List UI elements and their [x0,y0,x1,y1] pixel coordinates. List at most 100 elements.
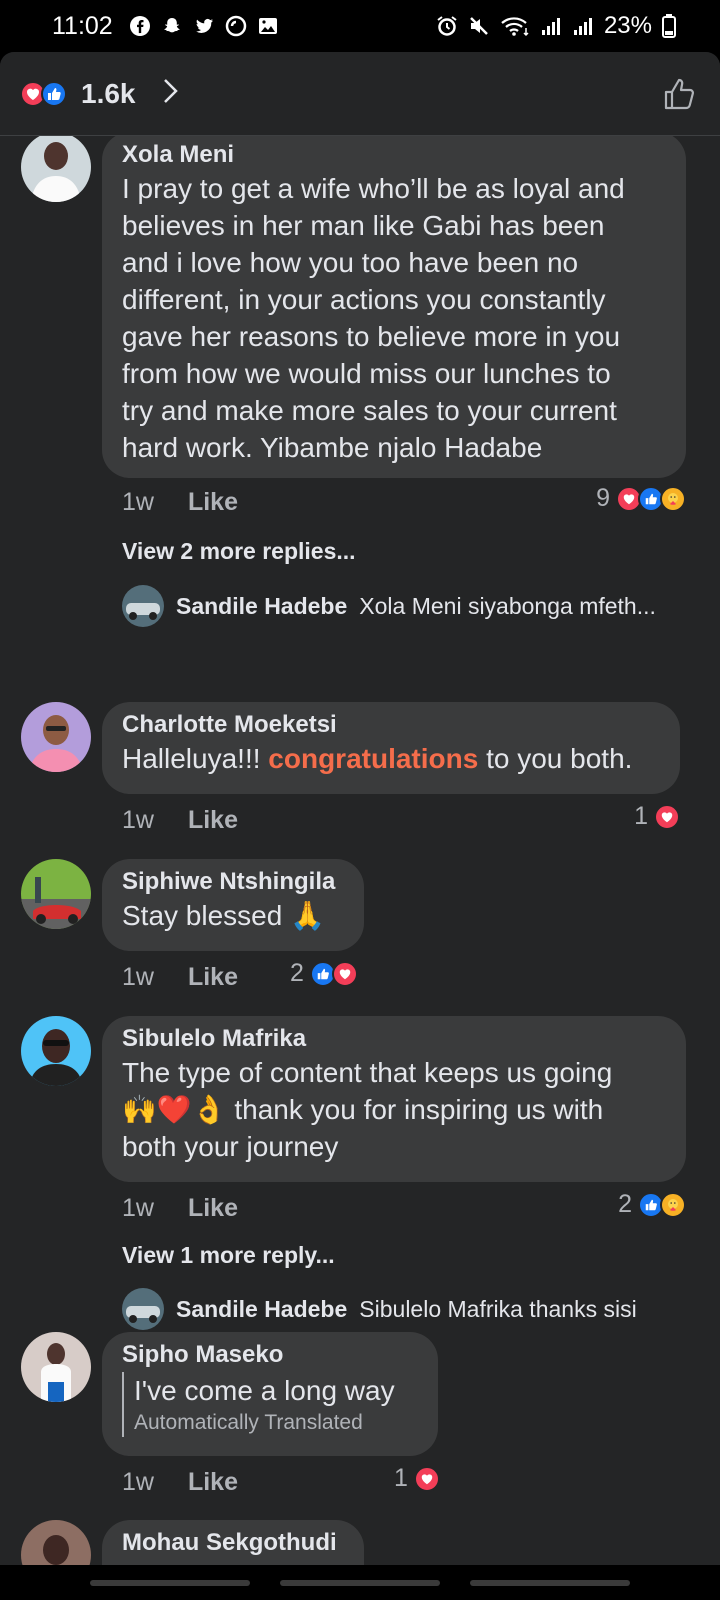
comment-author[interactable]: Sipho Maseko [122,1340,418,1370]
avatar [122,585,164,627]
comment-meta: 1w Like [122,1194,238,1223]
comment-author[interactable]: Xola Meni [122,140,666,170]
love-reaction-icon [331,960,358,987]
comment-text-part: to you both. [478,743,633,774]
avatar[interactable] [21,1520,91,1565]
comment-line: 🙌❤️👌 thank you for inspiring us with [122,1094,604,1125]
comment-bubble[interactable]: Mohau Sekgothudi [102,1520,364,1565]
like-link[interactable]: Like [188,488,238,517]
like-link[interactable]: Like [188,1194,238,1223]
reply-preview[interactable]: Sandile Hadebe Sibulelo Mafrika thanks s… [122,1288,637,1330]
love-reaction-icon [654,803,680,830]
comment-time: 1w [122,1194,154,1222]
comment-meta: 1w Like [122,488,238,517]
twitter-icon [193,15,215,37]
comments-sheet: 1.6k Xola Meni I pray to get a wife who’… [0,52,720,1565]
translated-block: I've come a long way Automatically Trans… [122,1372,418,1437]
back-button[interactable] [470,1579,630,1586]
opera-icon [225,15,247,37]
comment-bubble[interactable]: Charlotte Moeketsi Halleluya!!! congratu… [102,702,680,794]
comment-bubble[interactable]: Siphiwe Ntshingila Stay blessed 🙏 [102,859,364,951]
comment-line: try and make more sales to your current [122,395,617,426]
comment-time: 1w [122,1468,154,1496]
avatar [122,1288,164,1330]
reaction-count: 2 [290,959,304,987]
comment-meta: 1w Like [122,806,238,835]
comment-line: from how we would miss our lunches to [122,358,611,389]
comment-reactions[interactable]: 1 [634,802,680,831]
comment-meta: 1w Like [122,1468,238,1497]
facebook-icon [129,15,151,37]
comment-time: 1w [122,806,154,834]
battery-icon [662,14,676,38]
reply-text: Xola Meni siyabonga mfeth... [359,592,656,619]
reply-author[interactable]: Sandile Hadebe [176,1296,347,1323]
comment-author[interactable]: Sibulelo Mafrika [122,1024,666,1054]
highlighted-word[interactable]: congratulations [268,743,478,774]
comment-line: both your journey [122,1131,339,1162]
comment-reactions[interactable]: 9 [596,484,686,513]
comment-line: different, in your actions you constantl… [122,284,606,315]
like-link[interactable]: Like [188,963,238,992]
comment-text-part: Halleluya!!! [122,743,269,774]
like-link[interactable]: Like [188,1468,238,1497]
avatar[interactable] [21,1016,91,1086]
reactions-summary[interactable]: 1.6k [20,77,180,110]
battery-level: 23% [603,12,652,39]
like-link[interactable]: Like [188,806,238,835]
comment-meta: 1w Like [122,963,238,992]
comment-author[interactable]: Siphiwe Ntshingila [122,867,344,897]
care-reaction-icon [660,485,686,512]
reaction-count: 1 [634,802,648,830]
wifi-icon [500,15,530,37]
comment-line: and i love how you too have been no [122,247,579,278]
home-button[interactable] [280,1579,440,1586]
comment-author[interactable]: Mohau Sekgothudi [122,1528,344,1558]
status-time: 11:02 [52,11,113,40]
status-bar: 11:02 23% [0,0,720,52]
comment-line: believes in her man like Gabi has been [122,210,605,241]
comment-reactions[interactable]: 1 [394,1464,440,1493]
comment-reactions[interactable]: 2 [618,1190,686,1219]
auto-translated-label[interactable]: Automatically Translated [134,1409,418,1437]
comment-bubble[interactable]: Sipho Maseko I've come a long way Automa… [102,1332,438,1456]
comment-text: Halleluya!!! congratulations to you both… [122,740,660,777]
reactions-header: 1.6k [0,52,720,136]
avatar[interactable] [21,702,91,772]
reaction-count: 9 [596,484,610,512]
avatar[interactable] [21,859,91,929]
alarm-icon [436,15,458,37]
view-more-replies[interactable]: View 1 more reply... [122,1242,335,1269]
view-more-replies[interactable]: View 2 more replies... [122,538,356,565]
status-left: 11:02 [52,12,279,41]
comment-text: I've come a long way [134,1375,395,1406]
recents-button[interactable] [90,1579,250,1586]
reaction-count: 1 [394,1464,408,1492]
comment-time: 1w [122,963,154,991]
comment-bubble[interactable]: Sibulelo Mafrika The type of content tha… [102,1016,686,1182]
mute-icon [468,15,490,37]
avatar[interactable] [21,1332,91,1402]
signal-icon [572,15,594,37]
reply-author[interactable]: Sandile Hadebe [176,593,347,620]
comment-line: I pray to get a wife who’ll be as loyal … [122,173,625,204]
reply-text: Sibulelo Mafrika thanks sisi [359,1295,637,1322]
system-navigation-bar [0,1565,720,1600]
comment-bubble[interactable]: Xola Meni I pray to get a wife who’ll be… [102,132,686,478]
signal-icon [540,15,562,37]
reaction-count: 1.6k [81,77,136,109]
comment-author[interactable]: Charlotte Moeketsi [122,710,660,740]
status-right: 23% [436,12,676,40]
reply-preview[interactable]: Sandile Hadebe Xola Meni siyabonga mfeth… [122,585,656,627]
like-button-icon[interactable] [662,76,698,117]
snapchat-icon [161,15,183,37]
comment-line: hard work. Yibambe njalo Hadabe [122,432,543,463]
comment-time: 1w [122,488,154,516]
reaction-count: 2 [618,1190,632,1218]
comment-reactions[interactable]: 2 [290,959,358,988]
comment-text: Stay blessed 🙏 [122,900,325,931]
reaction-stack [20,80,67,107]
care-reaction-icon [660,1191,686,1218]
avatar[interactable] [21,132,91,202]
like-reaction-icon [41,80,67,107]
